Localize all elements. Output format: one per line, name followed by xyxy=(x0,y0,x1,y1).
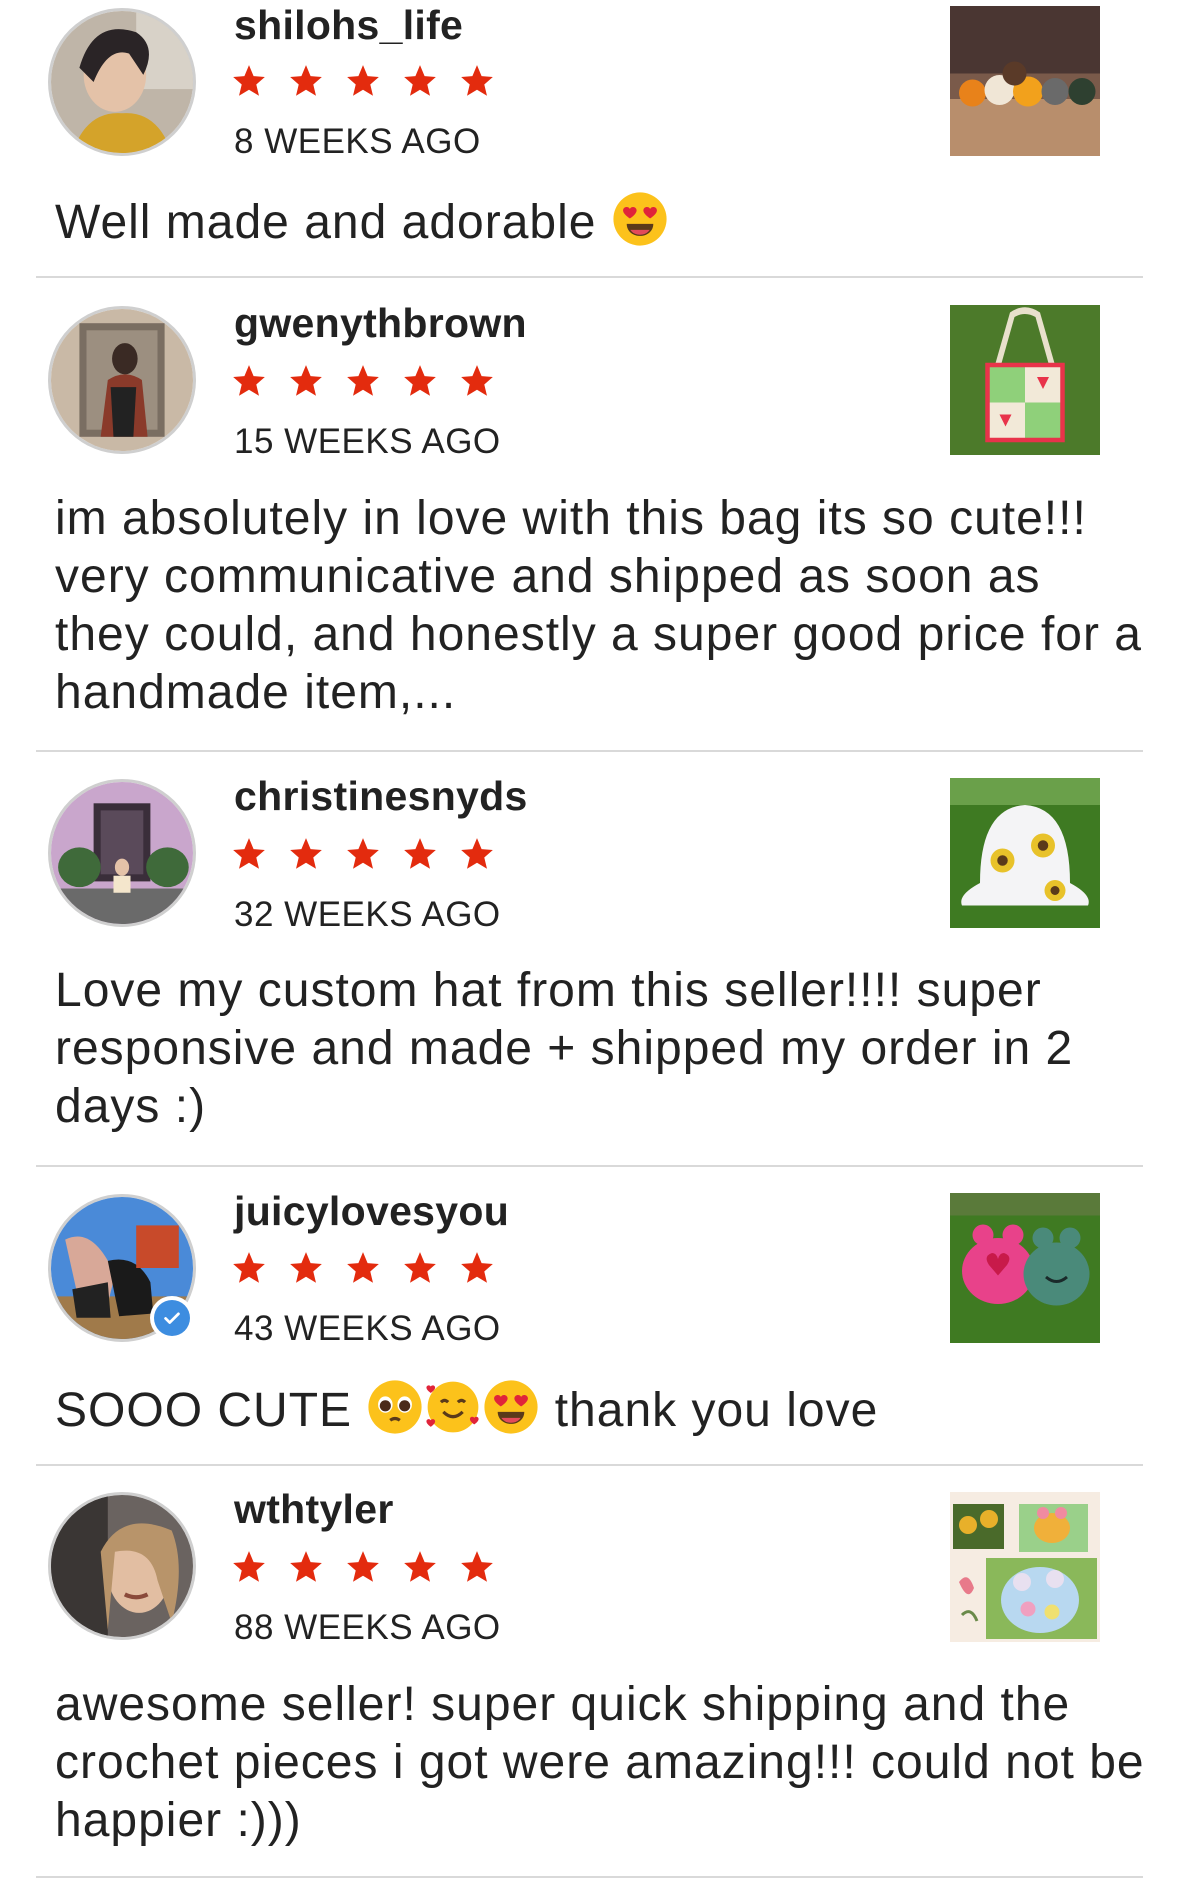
star-icon xyxy=(461,365,493,396)
review-date: 43 WEEKS AGO xyxy=(234,1309,501,1348)
review-photo[interactable] xyxy=(950,1193,1100,1343)
star-icon xyxy=(290,1551,322,1582)
divider xyxy=(36,276,1143,278)
star-icon xyxy=(233,838,265,869)
review-date: 88 WEEKS AGO xyxy=(234,1608,501,1647)
review-date: 8 WEEKS AGO xyxy=(234,122,481,161)
star-icon xyxy=(233,365,265,396)
star-icon xyxy=(461,1252,493,1283)
review-photo[interactable] xyxy=(950,6,1100,156)
review-date: 32 WEEKS AGO xyxy=(234,895,501,934)
star-icon xyxy=(347,1252,379,1283)
star-rating xyxy=(230,1548,496,1586)
star-icon xyxy=(290,365,322,396)
star-icon xyxy=(461,65,493,96)
avatar[interactable] xyxy=(48,1492,196,1640)
heart-eyes-emoji-icon xyxy=(484,1380,538,1434)
star-rating xyxy=(230,1249,496,1287)
star-icon xyxy=(404,65,436,96)
avatar[interactable] xyxy=(48,779,196,927)
star-icon xyxy=(461,1551,493,1582)
review-text: Love my custom hat from this seller!!!! … xyxy=(55,964,1074,1133)
star-icon xyxy=(233,65,265,96)
heart-eyes-emoji-icon xyxy=(613,192,667,246)
review-photo[interactable] xyxy=(950,778,1100,928)
star-rating xyxy=(230,835,496,873)
star-icon xyxy=(233,1551,265,1582)
avatar[interactable] xyxy=(48,306,196,454)
divider xyxy=(36,1876,1143,1878)
review-username[interactable]: christinesnyds xyxy=(234,773,528,820)
review-text-before: SOOO CUTE xyxy=(55,1384,353,1437)
review-text-after: thank you love xyxy=(554,1384,879,1437)
verified-badge xyxy=(150,1296,194,1340)
star-icon xyxy=(233,1252,265,1283)
checkmark-icon xyxy=(164,1312,180,1324)
review-text: im absolutely in love with this bag its … xyxy=(55,492,1142,719)
star-icon xyxy=(290,838,322,869)
star-icon xyxy=(347,365,379,396)
avatar[interactable] xyxy=(48,8,196,156)
review-username[interactable]: juicylovesyou xyxy=(234,1188,509,1235)
review-photo[interactable] xyxy=(950,1492,1100,1642)
divider xyxy=(36,750,1143,752)
review-username[interactable]: gwenythbrown xyxy=(234,300,527,347)
review-text: SOOO CUTE thank you love xyxy=(55,1378,1145,1440)
star-icon xyxy=(404,1252,436,1283)
review-photo[interactable] xyxy=(950,305,1100,455)
star-icon xyxy=(404,1551,436,1582)
star-icon xyxy=(347,1551,379,1582)
review-text: Well made and adorable xyxy=(55,190,1145,252)
divider xyxy=(36,1464,1143,1466)
star-icon xyxy=(404,838,436,869)
star-icon xyxy=(347,838,379,869)
review-date: 15 WEEKS AGO xyxy=(234,422,501,461)
review-text: awesome seller! super quick shipping and… xyxy=(55,1678,1145,1847)
review-username[interactable]: wthtyler xyxy=(234,1486,394,1533)
pleading-face-emoji-icon xyxy=(368,1380,422,1434)
review-username[interactable]: shilohs_life xyxy=(234,2,463,49)
star-rating xyxy=(230,62,496,100)
divider xyxy=(36,1165,1143,1167)
reviews-list: shilohs_life 8 WEEKS AGO Well made and a… xyxy=(0,0,1179,1882)
star-rating xyxy=(230,362,496,400)
star-icon xyxy=(404,365,436,396)
review-text-content: Well made and adorable xyxy=(55,196,597,249)
star-icon xyxy=(290,1252,322,1283)
star-icon xyxy=(347,65,379,96)
smiling-face-with-hearts-emoji-icon xyxy=(426,1381,479,1433)
star-icon xyxy=(461,838,493,869)
star-icon xyxy=(290,65,322,96)
